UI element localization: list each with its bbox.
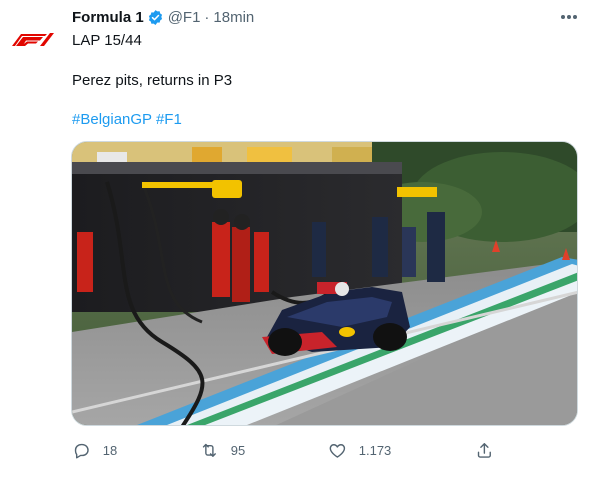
share-button[interactable] <box>475 438 494 462</box>
header-separator: · <box>204 8 210 26</box>
author-handle[interactable]: @F1 <box>168 9 201 26</box>
heart-icon <box>329 443 346 458</box>
share-icon <box>477 442 491 458</box>
tweet-timestamp[interactable]: 18min <box>213 9 254 26</box>
tweet-header: Formula 1 @F1 · 18min <box>72 6 254 28</box>
tweet[interactable]: Formula 1 @F1 · 18min LAP 15/44 Perez pi… <box>0 0 599 479</box>
pitstop-photo <box>72 142 577 425</box>
avatar[interactable] <box>9 15 57 63</box>
verified-badge-icon <box>147 9 164 26</box>
more-icon <box>561 15 577 19</box>
tweet-text-line: LAP 15/44 <box>72 32 142 49</box>
tweet-actions: 18 95 1.173 <box>72 438 502 462</box>
reply-count: 18 <box>102 442 118 458</box>
retweet-count: 95 <box>230 442 246 458</box>
author-name[interactable]: Formula 1 <box>72 9 144 26</box>
reply-button[interactable]: 18 <box>72 438 117 462</box>
f1-logo-icon <box>12 33 54 46</box>
hashtag-link[interactable]: #BelgianGP <box>72 111 152 128</box>
hashtags: #BelgianGP #F1 <box>72 110 182 130</box>
tweet-text-line: Perez pits, returns in P3 <box>72 72 233 89</box>
like-count: 1.173 <box>358 442 392 458</box>
more-options-button[interactable] <box>558 6 580 28</box>
like-button[interactable]: 1.173 <box>328 438 391 462</box>
retweet-icon <box>202 443 216 457</box>
hashtag-link[interactable]: #F1 <box>156 111 182 128</box>
retweet-button[interactable]: 95 <box>200 438 245 462</box>
tweet-media[interactable] <box>71 141 578 426</box>
reply-icon <box>74 443 89 459</box>
